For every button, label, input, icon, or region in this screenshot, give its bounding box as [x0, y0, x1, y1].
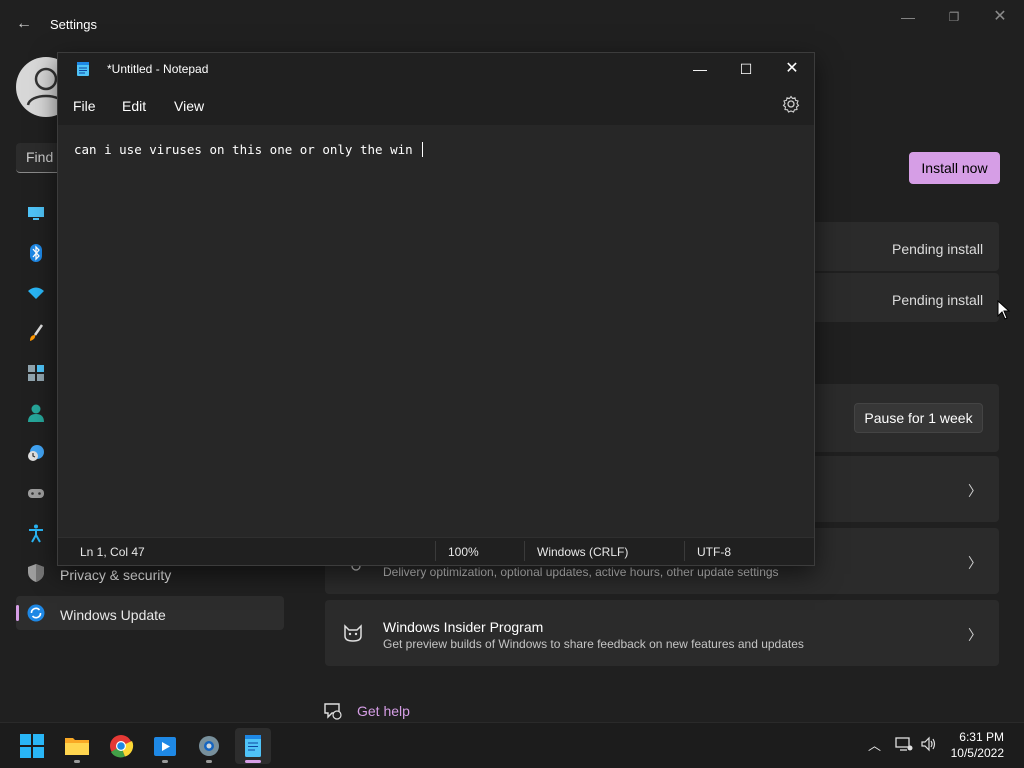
- status-divider: [524, 541, 525, 561]
- pending-install-status: Pending install: [892, 292, 984, 308]
- minimize-button[interactable]: —: [677, 53, 723, 85]
- sidebar-item-privacy[interactable]: Privacy & security: [60, 567, 171, 583]
- brush-icon[interactable]: [26, 323, 46, 343]
- shield-icon[interactable]: [26, 563, 46, 583]
- display-icon[interactable]: [26, 203, 46, 223]
- mouse-pointer-icon: [997, 300, 1011, 320]
- chevron-right-icon: 〉: [968, 483, 982, 499]
- minimize-icon[interactable]: —: [888, 6, 928, 28]
- gaming-icon[interactable]: [26, 483, 46, 503]
- status-divider: [684, 541, 685, 561]
- network-icon[interactable]: [895, 736, 913, 752]
- accessibility-icon[interactable]: [26, 523, 46, 543]
- selection-indicator: [16, 605, 19, 621]
- windows-update-icon: [27, 604, 45, 622]
- taskbar-media-player[interactable]: [147, 728, 183, 764]
- notepad-window: *Untitled - Notepad — ☐ ✕ File Edit View…: [57, 52, 815, 566]
- wifi-icon[interactable]: [26, 283, 46, 303]
- zoom-level: 100%: [448, 545, 479, 559]
- encoding: UTF-8: [697, 545, 731, 559]
- taskbar-settings[interactable]: [191, 728, 227, 764]
- text-caret: [422, 142, 424, 157]
- sidebar-item-label: Windows Update: [60, 607, 166, 623]
- maximize-button[interactable]: ☐: [723, 53, 769, 85]
- insider-program-description: Get preview builds of Windows to share f…: [383, 637, 804, 651]
- close-button[interactable]: ✕: [769, 53, 815, 85]
- cursor-position: Ln 1, Col 47: [80, 545, 145, 559]
- editor-text-line: can i use viruses on this one or only th…: [74, 142, 424, 157]
- menu-bar: [58, 85, 814, 125]
- settings-app-icon: [199, 736, 219, 756]
- start-button[interactable]: [14, 728, 50, 764]
- advanced-options-description: Delivery optimization, optional updates,…: [383, 565, 779, 579]
- windows-logo-icon: [20, 734, 44, 758]
- volume-icon[interactable]: [920, 736, 938, 752]
- bluetooth-icon[interactable]: [26, 243, 46, 263]
- menu-view[interactable]: View: [174, 98, 204, 114]
- clock-time: 6:31 PM: [959, 730, 1004, 744]
- apps-icon[interactable]: [26, 363, 46, 383]
- insider-program-title: Windows Insider Program: [383, 619, 544, 635]
- taskbar-notepad[interactable]: [235, 728, 271, 764]
- settings-titlebar: ← Settings — ❐ ✕: [0, 0, 1024, 48]
- restore-icon[interactable]: ❐: [934, 6, 974, 28]
- get-help-link[interactable]: Get help: [357, 703, 410, 719]
- insider-cat-icon: [344, 624, 362, 642]
- pause-updates-button[interactable]: Pause for 1 week: [854, 403, 983, 433]
- install-now-button[interactable]: Install now: [909, 152, 1000, 184]
- line-ending: Windows (CRLF): [537, 545, 629, 559]
- taskbar-chrome[interactable]: [103, 728, 139, 764]
- clock-date: 10/5/2022: [950, 746, 1004, 760]
- notepad-title: *Untitled - Notepad: [107, 62, 209, 76]
- notepad-icon: [245, 735, 261, 757]
- notepad-app-icon: [77, 62, 89, 76]
- pending-install-status: Pending install: [892, 241, 984, 257]
- running-indicator: [162, 760, 168, 763]
- editor-content: can i use viruses on this one or only th…: [74, 142, 421, 157]
- status-divider: [435, 541, 436, 561]
- chevron-right-icon: 〉: [968, 627, 982, 643]
- media-player-icon: [154, 737, 176, 756]
- system-clock[interactable]: 6:31 PM 10/5/2022: [951, 729, 1004, 761]
- taskbar-file-explorer[interactable]: [59, 728, 95, 764]
- menu-edit[interactable]: Edit: [122, 98, 146, 114]
- chevron-right-icon: 〉: [968, 555, 982, 571]
- folder-icon: [65, 738, 89, 755]
- text-editor-area[interactable]: [58, 125, 814, 537]
- chevron-up-icon[interactable]: ︿: [868, 735, 881, 754]
- close-icon[interactable]: ✕: [980, 6, 1020, 28]
- settings-title: Settings: [50, 17, 97, 32]
- active-indicator: [245, 760, 261, 763]
- chrome-icon: [110, 735, 134, 758]
- running-indicator: [74, 760, 80, 763]
- accounts-icon[interactable]: [26, 403, 46, 423]
- back-arrow-icon[interactable]: ←: [14, 14, 34, 34]
- running-indicator: [206, 760, 212, 763]
- help-icon: [324, 703, 342, 720]
- settings-gear-icon[interactable]: [782, 95, 800, 113]
- menu-file[interactable]: File: [73, 98, 96, 114]
- time-language-icon[interactable]: [26, 443, 46, 463]
